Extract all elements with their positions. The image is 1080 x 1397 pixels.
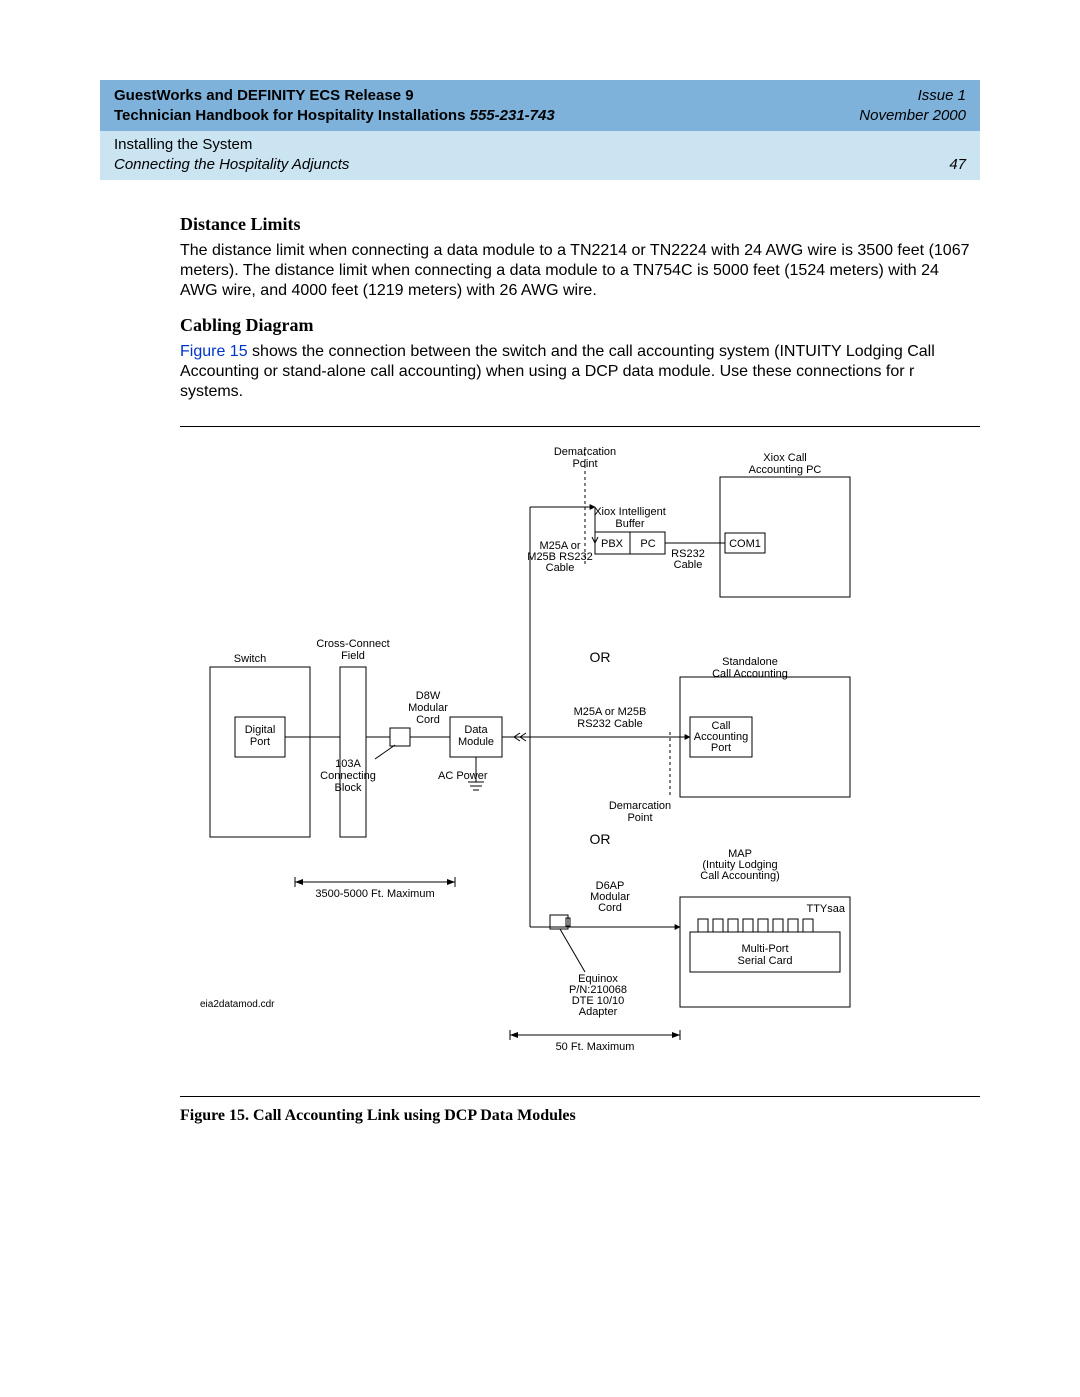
page-number: 47 — [949, 155, 966, 175]
svg-text:Serial Card: Serial Card — [737, 955, 792, 967]
lbl-com1: COM1 — [729, 538, 761, 550]
para-distance-limits: The distance limit when connecting a dat… — [180, 241, 980, 301]
hdr-title-1: GuestWorks and DEFINITY ECS Release 9 — [114, 86, 555, 106]
lbl-103a-1: 103A — [335, 758, 361, 770]
svg-text:Module: Module — [458, 736, 494, 748]
hdr-phone: 555-231-743 — [470, 107, 555, 124]
rule-below-figure — [180, 1096, 980, 1097]
lbl-switch: Switch — [234, 653, 266, 665]
figure-ref-link[interactable]: Figure 15 — [180, 343, 248, 360]
rule-above-figure — [180, 426, 980, 427]
svg-text:Block: Block — [335, 782, 362, 794]
lbl-standalone-1: Standalone — [722, 656, 778, 668]
svg-text:Point: Point — [572, 458, 597, 470]
cabling-diagram: Digital Port Switch Cross-Connect Field … — [180, 437, 920, 1067]
lbl-eia-file: eia2datamod.cdr — [200, 999, 275, 1010]
lbl-xiox-pc-1: Xiox Call — [763, 452, 806, 464]
lbl-ccf-1: Cross-Connect — [316, 638, 389, 650]
heading-cabling-diagram: Cabling Diagram — [180, 315, 980, 336]
lbl-m25a2-1: M25A or M25B — [574, 706, 647, 718]
svg-text:Buffer: Buffer — [615, 518, 644, 530]
crumb-1: Installing the System — [114, 135, 349, 155]
heading-distance-limits: Distance Limits — [180, 214, 980, 235]
content-area: Distance Limits The distance limit when … — [100, 180, 980, 1125]
lbl-xib-1: Xiox Intelligent — [594, 506, 666, 518]
lbl-ac-power: AC Power — [438, 770, 488, 782]
svg-text:Point: Point — [627, 812, 652, 824]
para-cabling-diagram: Figure 15 shows the connection between t… — [180, 342, 980, 402]
svg-text:Modular: Modular — [408, 702, 448, 714]
lbl-or-2: OR — [590, 831, 611, 847]
lbl-dist-3500: 3500-5000 Ft. Maximum — [315, 888, 434, 900]
lbl-ttysaa: TTYsaa — [806, 903, 845, 915]
svg-text:RS232 Cable: RS232 Cable — [577, 718, 642, 730]
svg-text:Adapter: Adapter — [579, 1006, 618, 1018]
serial-card-slots — [698, 919, 813, 932]
svg-text:Port: Port — [250, 736, 270, 748]
svg-text:Cord: Cord — [598, 902, 622, 914]
lbl-pbx: PBX — [601, 538, 624, 550]
lbl-or-1: OR — [590, 649, 611, 665]
lbl-demarc-1a: Demarcation — [554, 446, 616, 458]
lbl-pc: PC — [640, 538, 655, 550]
header-dark: GuestWorks and DEFINITY ECS Release 9 Te… — [100, 80, 980, 131]
svg-text:Call Accounting): Call Accounting) — [700, 870, 780, 882]
svg-text:Cord: Cord — [416, 714, 440, 726]
header-light: Installing the System Connecting the Hos… — [100, 131, 980, 180]
lbl-fifty: 50 Ft. Maximum — [556, 1041, 635, 1053]
svg-text:Cable: Cable — [674, 559, 703, 571]
svg-text:Cable: Cable — [546, 562, 575, 574]
svg-text:Field: Field — [341, 650, 365, 662]
lbl-d8w-1: D8W — [416, 690, 441, 702]
hdr-date: November 2000 — [859, 106, 966, 126]
crumb-2: Connecting the Hospitality Adjuncts — [114, 155, 349, 175]
svg-text:Accounting PC: Accounting PC — [749, 464, 822, 476]
svg-text:Port: Port — [711, 742, 731, 754]
lbl-data-module-1: Data — [464, 724, 488, 736]
svg-text:Call Accounting: Call Accounting — [712, 668, 788, 680]
svg-text:Connecting: Connecting — [320, 770, 376, 782]
hdr-issue: Issue 1 — [859, 86, 966, 106]
lbl-demarc-2a: Demarcation — [609, 800, 671, 812]
hdr-title-2a: Technician Handbook for Hospitality Inst… — [114, 107, 470, 124]
lbl-serial-1: Multi-Port — [741, 943, 788, 955]
lbl-digital-port: Digital — [245, 724, 276, 736]
para-cabling-text: shows the connection between the switch … — [180, 343, 935, 400]
figure-caption: Figure 15. Call Accounting Link using DC… — [180, 1107, 980, 1125]
